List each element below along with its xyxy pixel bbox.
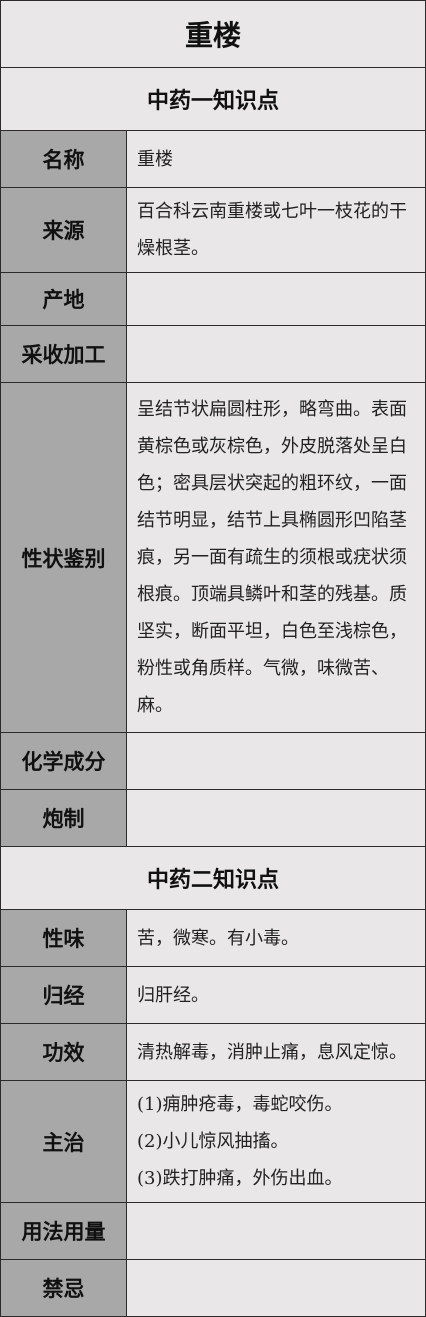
table-row: 主治 (1)痈肿疮毒，毒蛇咬伤。 (2)小儿惊风抽搐。 (3)跌打肿痛，外伤出血… [0, 1080, 426, 1203]
row-label: 产地 [0, 272, 127, 326]
row-label: 性状鉴别 [0, 382, 127, 733]
row-value: 苦，微寒。有小毒。 [126, 909, 426, 967]
row-label: 功效 [0, 1023, 127, 1081]
row-label: 来源 [0, 187, 127, 273]
table-row: 归经 归肝经。 [0, 966, 426, 1024]
table-row: 性味 苦，微寒。有小毒。 [0, 909, 426, 967]
herb-knowledge-table: 重楼 中药一知识点 名称 重楼 来源 百合科云南重楼或七叶一枝花的干燥根茎。 产… [0, 0, 426, 1317]
list-item: (2)小儿惊风抽搐。 [137, 1131, 289, 1152]
row-value: 呈结节状扁圆柱形，略弯曲。表面黄棕色或灰棕色，外皮脱落处呈白色；密具层状突起的粗… [126, 382, 426, 733]
table-row: 名称 重楼 [0, 130, 426, 188]
page-title: 重楼 [0, 0, 426, 68]
row-label: 化学成分 [0, 732, 127, 790]
table-row: 来源 百合科云南重楼或七叶一枝花的干燥根茎。 [0, 187, 426, 273]
section-heading: 中药一知识点 [0, 67, 426, 131]
row-value-list: (1)痈肿疮毒，毒蛇咬伤。 (2)小儿惊风抽搐。 (3)跌打肿痛，外伤出血。 [126, 1080, 426, 1203]
row-value [126, 272, 426, 326]
row-value [126, 1202, 426, 1260]
section-header-row: 中药一知识点 [0, 67, 426, 131]
section-heading: 中药二知识点 [0, 846, 426, 910]
table-row: 产地 [0, 272, 426, 326]
row-value: 重楼 [126, 130, 426, 188]
row-value: 归肝经。 [126, 966, 426, 1024]
list-item: (3)跌打肿痛，外伤出血。 [137, 1168, 343, 1189]
table-row: 采收加工 [0, 325, 426, 383]
table-row: 用法用量 [0, 1202, 426, 1260]
row-label: 主治 [0, 1080, 127, 1203]
row-label: 用法用量 [0, 1202, 127, 1260]
table-row: 炮制 [0, 789, 426, 847]
row-value: 清热解毒，消肿止痛，息风定惊。 [126, 1023, 426, 1081]
table-row: 化学成分 [0, 732, 426, 790]
row-value [126, 325, 426, 383]
table-row: 性状鉴别 呈结节状扁圆柱形，略弯曲。表面黄棕色或灰棕色，外皮脱落处呈白色；密具层… [0, 382, 426, 733]
list-item: (1)痈肿疮毒，毒蛇咬伤。 [137, 1094, 343, 1115]
row-value [126, 789, 426, 847]
row-value [126, 732, 426, 790]
row-label: 归经 [0, 966, 127, 1024]
row-label: 炮制 [0, 789, 127, 847]
row-label: 名称 [0, 130, 127, 188]
section-header-row: 中药二知识点 [0, 846, 426, 910]
table-row: 功效 清热解毒，消肿止痛，息风定惊。 [0, 1023, 426, 1081]
row-label: 性味 [0, 909, 127, 967]
title-row: 重楼 [0, 0, 426, 68]
row-value: 百合科云南重楼或七叶一枝花的干燥根茎。 [126, 187, 426, 273]
row-label: 采收加工 [0, 325, 127, 383]
